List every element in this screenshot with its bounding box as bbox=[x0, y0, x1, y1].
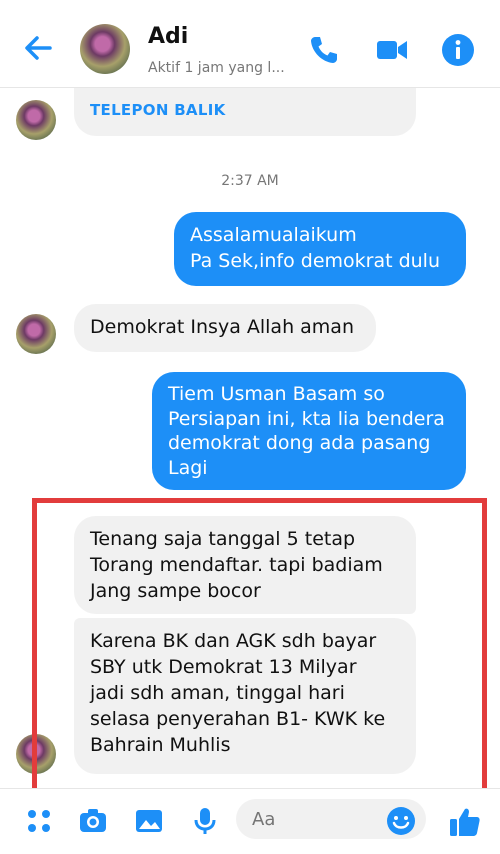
message-thread: TELEPON BALIK 2:37 AM Assalamualaikum Pa… bbox=[0, 88, 500, 788]
message-timestamp: 2:37 AM bbox=[221, 173, 279, 189]
contact-status: Aktif 1 jam yang l... bbox=[148, 60, 285, 76]
microphone-icon[interactable] bbox=[190, 806, 220, 836]
message-bubble-incoming[interactable]: Demokrat Insya Allah aman bbox=[74, 304, 376, 352]
message-input[interactable] bbox=[236, 799, 376, 839]
back-arrow-icon[interactable] bbox=[20, 30, 56, 66]
camera-icon[interactable] bbox=[78, 806, 108, 836]
video-camera-icon[interactable] bbox=[374, 32, 410, 68]
gallery-icon[interactable] bbox=[134, 806, 164, 836]
sender-avatar bbox=[16, 100, 56, 140]
menu-dots-icon[interactable] bbox=[24, 806, 54, 836]
sender-avatar bbox=[16, 734, 56, 774]
message-bubble-incoming[interactable]: Tenang saja tanggal 5 tetap Torang menda… bbox=[74, 516, 416, 614]
sender-avatar bbox=[16, 314, 56, 354]
phone-icon[interactable] bbox=[306, 32, 342, 68]
message-bubble-outgoing[interactable]: Assalamualaikum Pa Sek,info demokrat dul… bbox=[174, 212, 466, 286]
emoji-icon[interactable] bbox=[386, 806, 416, 836]
call-back-link[interactable]: TELEPON BALIK bbox=[90, 101, 226, 119]
contact-avatar[interactable] bbox=[80, 24, 130, 74]
thumbs-up-icon[interactable] bbox=[448, 805, 482, 839]
info-icon[interactable] bbox=[440, 32, 476, 68]
message-bubble-incoming[interactable]: Karena BK dan AGK sdh bayar SBY utk Demo… bbox=[74, 618, 416, 774]
message-composer-bar bbox=[0, 788, 500, 854]
contact-name[interactable]: Adi bbox=[148, 24, 188, 49]
call-back-message: TELEPON BALIK bbox=[74, 88, 416, 136]
conversation-header: Adi Aktif 1 jam yang l... bbox=[0, 0, 500, 88]
message-bubble-outgoing[interactable]: Tiem Usman Basam so Persiapan ini, kta l… bbox=[152, 372, 466, 490]
